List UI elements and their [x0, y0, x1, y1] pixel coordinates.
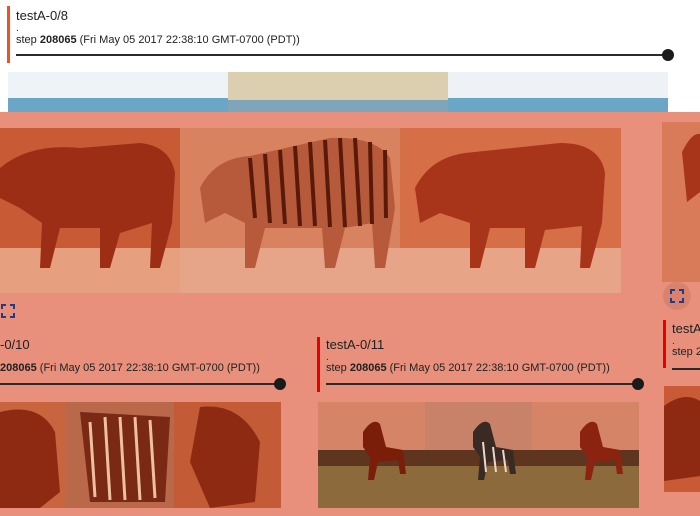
step-label: step 2: [672, 346, 700, 358]
step-slider-track[interactable]: [0, 383, 278, 385]
step-slider-handle[interactable]: [632, 378, 644, 390]
step-label: step: [326, 362, 347, 374]
tinted-image-row: [0, 128, 621, 293]
fullscreen-button[interactable]: [663, 282, 691, 310]
step-value: 208065: [349, 362, 387, 374]
card-subtitle-dot: .: [326, 352, 329, 363]
step-info: step 208065 (Fri May 05 2017 22:38:10 GM…: [16, 34, 300, 46]
card-title: -0/10: [0, 337, 30, 352]
step-info: step 2: [672, 346, 700, 358]
step-info: 208065 (Fri May 05 2017 22:38:10 GMT-070…: [0, 362, 260, 374]
sample-image-strip: [318, 402, 639, 508]
card-accent-bar: [317, 337, 320, 392]
step-slider-handle[interactable]: [662, 49, 674, 61]
card-accent-bar: [663, 320, 666, 368]
card-accent-bar: [7, 6, 10, 63]
step-slider-track[interactable]: [326, 383, 636, 385]
sample-image-strip: [0, 402, 281, 508]
step-value: 208065: [39, 34, 77, 46]
step-slider-track[interactable]: [672, 368, 700, 370]
horse-head-closeup-image: [0, 402, 281, 508]
adjacent-card-image: [664, 386, 700, 492]
step-date: (Fri May 05 2017 22:38:10 GMT-0700 (PDT)…: [39, 362, 260, 374]
card-title: testA: [672, 321, 700, 336]
step-label: step: [16, 34, 37, 46]
step-slider-handle[interactable]: [274, 378, 286, 390]
adjacent-card-image: [662, 112, 700, 292]
step-slider-track[interactable]: [16, 54, 666, 56]
card-title: testA-0/8: [16, 8, 69, 23]
step-info: step 208065 (Fri May 05 2017 22:38:10 GM…: [326, 362, 610, 374]
horse-zebra-sequence-image: [0, 128, 621, 293]
card-subtitle-dot: .: [672, 336, 675, 347]
field-horse-zebra-image: [318, 402, 639, 508]
step-value: 208065: [0, 362, 37, 374]
step-date: (Fri May 05 2017 22:38:10 GMT-0700 (PDT)…: [79, 34, 300, 46]
card-subtitle-dot: .: [16, 23, 19, 34]
card-title: testA-0/11: [326, 337, 385, 352]
sample-image-strip: [664, 386, 700, 492]
adjacent-horse-image: [662, 122, 700, 282]
step-date: (Fri May 05 2017 22:38:10 GMT-0700 (PDT)…: [389, 362, 610, 374]
